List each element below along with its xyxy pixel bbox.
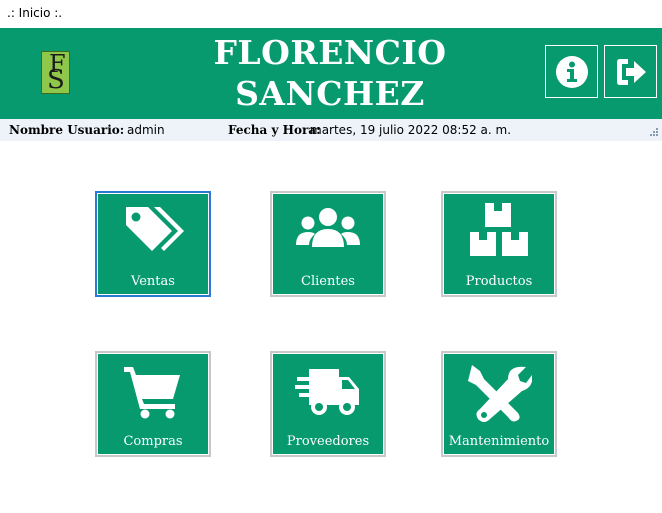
- ventas-button[interactable]: Ventas: [95, 191, 211, 297]
- sign-out-icon: [617, 59, 646, 85]
- productos-button[interactable]: Productos: [441, 191, 557, 297]
- logo-letter-s: S: [47, 65, 65, 95]
- clientes-label: Clientes: [301, 274, 355, 289]
- clientes-button[interactable]: Clientes: [270, 191, 386, 297]
- shopping-cart-icon: [124, 367, 180, 419]
- status-bar: Nombre Usuario: admin Fecha y Hora: mart…: [0, 119, 662, 141]
- proveedores-button[interactable]: Proveedores: [270, 351, 386, 457]
- company-name-line1: FLORENCIO SANCHEZ: [213, 33, 447, 113]
- ventas-label: Ventas: [131, 274, 175, 289]
- mantenimiento-button[interactable]: Mantenimiento: [441, 351, 557, 457]
- tools-icon: [468, 365, 532, 422]
- datetime-value: martes, 19 julio 2022 08:52 a. m.: [310, 123, 512, 137]
- datetime-label: Fecha y Hora:: [228, 123, 321, 137]
- productos-label: Productos: [465, 274, 533, 289]
- logout-button[interactable]: [604, 45, 657, 98]
- info-button[interactable]: [545, 45, 598, 98]
- compras-label: Compras: [123, 434, 183, 449]
- boxes-icon: [470, 203, 528, 256]
- mantenimiento-label: Mantenimiento: [448, 434, 550, 449]
- resize-grip-icon[interactable]: [649, 127, 659, 137]
- tags-icon: [126, 207, 184, 251]
- users-icon: [296, 208, 360, 247]
- user-label: Nombre Usuario:: [9, 123, 125, 137]
- user-value: admin: [127, 123, 165, 137]
- proveedores-label: Proveedores: [286, 434, 370, 449]
- company-logo: F S: [41, 50, 70, 95]
- title-bar: .: Inicio :.: [0, 0, 662, 28]
- info-circle-icon: [556, 56, 588, 88]
- shipping-fast-icon: [295, 369, 359, 415]
- compras-button[interactable]: Compras: [95, 351, 211, 457]
- window-title: .: Inicio :.: [7, 6, 63, 20]
